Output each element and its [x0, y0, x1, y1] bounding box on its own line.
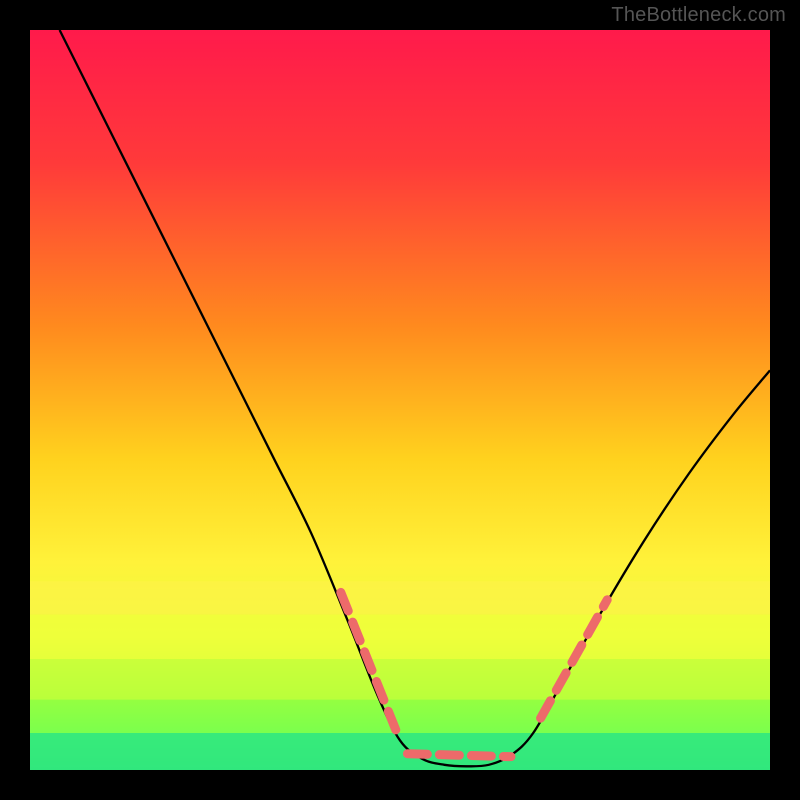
color-band-2 — [30, 659, 770, 700]
color-band-1 — [30, 615, 770, 659]
color-band-3 — [30, 700, 770, 733]
bottleneck-chart — [0, 0, 800, 800]
chart-frame: TheBottleneck.com — [0, 0, 800, 800]
watermark-text: TheBottleneck.com — [611, 4, 786, 27]
color-band-0 — [30, 581, 770, 614]
